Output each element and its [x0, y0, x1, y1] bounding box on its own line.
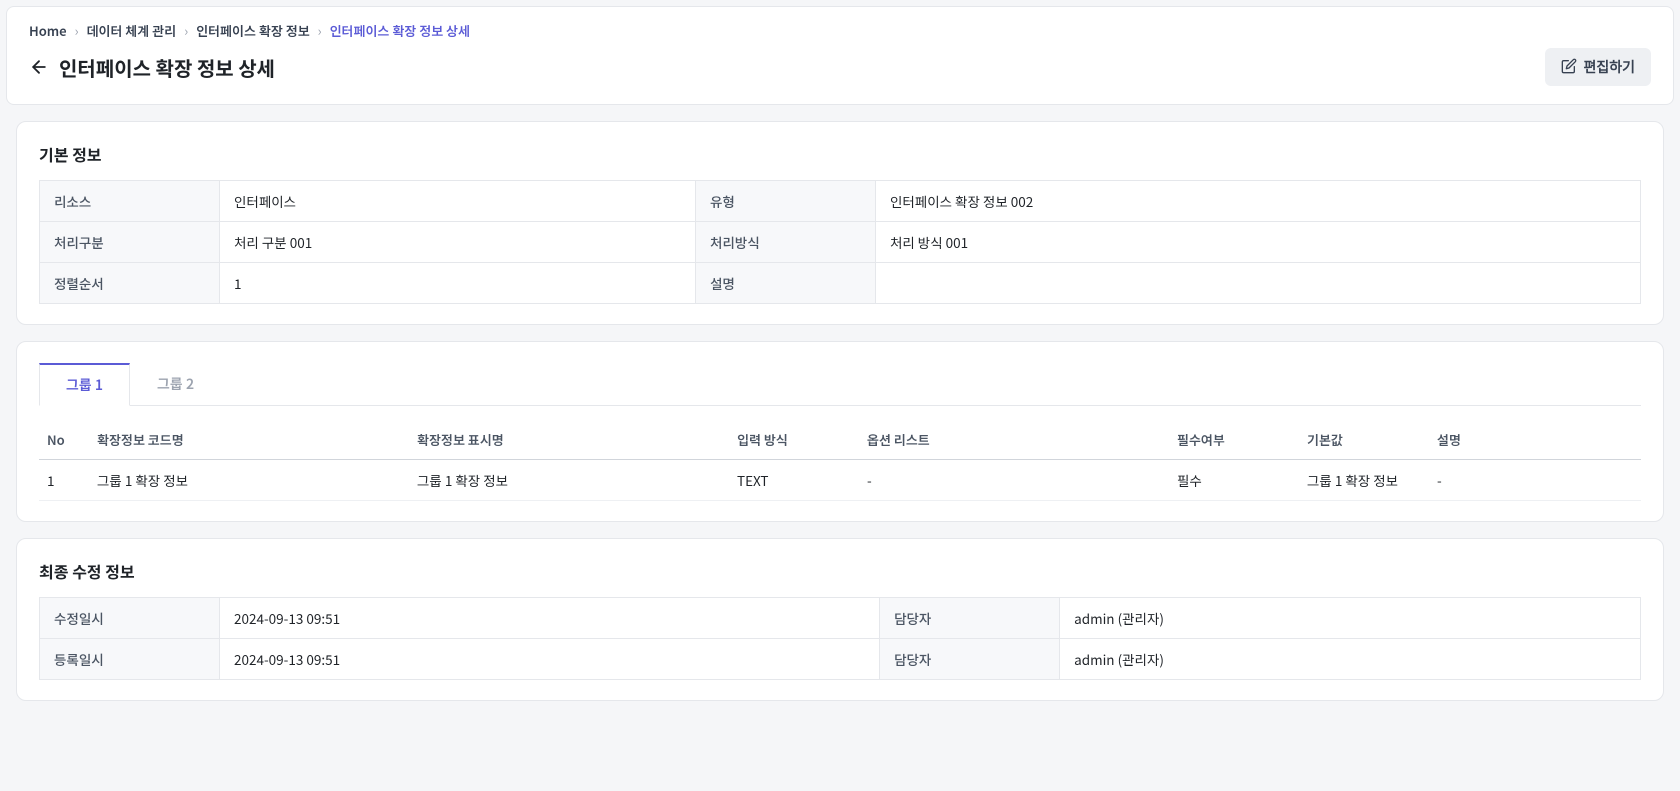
basic-info-card: 기본 정보 리소스 인터페이스 유형 인터페이스 확장 정보 002 처리구분 …	[16, 121, 1664, 325]
table-row: 리소스 인터페이스 유형 인터페이스 확장 정보 002	[40, 181, 1641, 222]
cell-required: 필수	[1169, 460, 1299, 501]
label-process-class: 처리구분	[40, 222, 220, 263]
tab-group-1[interactable]: 그룹 1	[39, 363, 130, 406]
title-left: 인터페이스 확장 정보 상세	[29, 53, 275, 82]
value-process-method: 처리 방식 001	[875, 222, 1640, 263]
value-modified-by: admin (관리자)	[1060, 598, 1641, 639]
grid-header-row: No 확장정보 코드명 확장정보 표시명 입력 방식 옵션 리스트 필수여부 기…	[39, 420, 1641, 460]
content-area: 기본 정보 리소스 인터페이스 유형 인터페이스 확장 정보 002 처리구분 …	[0, 111, 1680, 711]
edit-button[interactable]: 편집하기	[1545, 48, 1651, 86]
chevron-right-icon: ›	[75, 21, 79, 40]
audit-card: 최종 수정 정보 수정일시 2024-09-13 09:51 담당자 admin…	[16, 538, 1664, 701]
chevron-right-icon: ›	[184, 21, 188, 40]
table-row: 정렬순서 1 설명	[40, 263, 1641, 304]
value-created-by: admin (관리자)	[1060, 639, 1641, 680]
cell-desc: -	[1429, 460, 1641, 501]
value-created-at: 2024-09-13 09:51	[220, 639, 880, 680]
edit-button-label: 편집하기	[1583, 57, 1635, 77]
audit-title: 최종 수정 정보	[39, 559, 1641, 583]
label-modified-by: 담당자	[880, 598, 1060, 639]
label-sort-order: 정렬순서	[40, 263, 220, 304]
table-row: 처리구분 처리 구분 001 처리방식 처리 방식 001	[40, 222, 1641, 263]
label-modified-at: 수정일시	[40, 598, 220, 639]
basic-info-table: 리소스 인터페이스 유형 인터페이스 확장 정보 002 처리구분 처리 구분 …	[39, 180, 1641, 304]
cell-default: 그룹 1 확장 정보	[1299, 460, 1429, 501]
title-row: 인터페이스 확장 정보 상세 편집하기	[29, 48, 1651, 86]
breadcrumb-current: 인터페이스 확장 정보 상세	[330, 21, 470, 40]
col-display: 확장정보 표시명	[409, 420, 729, 460]
col-default: 기본값	[1299, 420, 1429, 460]
chevron-right-icon: ›	[318, 21, 322, 40]
groups-card: 그룹 1 그룹 2 No 확장정보 코드명 확장정보 표시명 입력 방식 옵션 …	[16, 341, 1664, 522]
label-process-method: 처리방식	[695, 222, 875, 263]
cell-no: 1	[39, 460, 89, 501]
col-required: 필수여부	[1169, 420, 1299, 460]
value-modified-at: 2024-09-13 09:51	[220, 598, 880, 639]
col-no: No	[39, 420, 89, 460]
tabs: 그룹 1 그룹 2	[39, 362, 1641, 406]
audit-table: 수정일시 2024-09-13 09:51 담당자 admin (관리자) 등록…	[39, 597, 1641, 680]
value-description	[875, 263, 1640, 304]
value-process-class: 처리 구분 001	[220, 222, 696, 263]
tab-group-2[interactable]: 그룹 2	[130, 363, 221, 406]
basic-info-title: 기본 정보	[39, 142, 1641, 166]
back-arrow-icon[interactable]	[29, 57, 49, 77]
breadcrumb-data-mgmt[interactable]: 데이터 체계 관리	[87, 21, 177, 40]
col-desc: 설명	[1429, 420, 1641, 460]
breadcrumb-home[interactable]: Home	[29, 21, 67, 40]
edit-icon	[1561, 58, 1577, 77]
cell-display: 그룹 1 확장 정보	[409, 460, 729, 501]
value-type: 인터페이스 확장 정보 002	[875, 181, 1640, 222]
col-input: 입력 방식	[729, 420, 859, 460]
cell-code: 그룹 1 확장 정보	[89, 460, 409, 501]
table-row: 등록일시 2024-09-13 09:51 담당자 admin (관리자)	[40, 639, 1641, 680]
page-header: Home › 데이터 체계 관리 › 인터페이스 확장 정보 › 인터페이스 확…	[6, 6, 1674, 105]
cell-input: TEXT	[729, 460, 859, 501]
label-description: 설명	[695, 263, 875, 304]
groups-grid: No 확장정보 코드명 확장정보 표시명 입력 방식 옵션 리스트 필수여부 기…	[39, 420, 1641, 501]
page-title: 인터페이스 확장 정보 상세	[59, 53, 275, 82]
breadcrumb-interface-ext[interactable]: 인터페이스 확장 정보	[196, 21, 310, 40]
label-resource: 리소스	[40, 181, 220, 222]
breadcrumb: Home › 데이터 체계 관리 › 인터페이스 확장 정보 › 인터페이스 확…	[29, 21, 1651, 40]
value-sort-order: 1	[220, 263, 696, 304]
col-options: 옵션 리스트	[859, 420, 1169, 460]
label-created-at: 등록일시	[40, 639, 220, 680]
col-code: 확장정보 코드명	[89, 420, 409, 460]
grid-row: 1 그룹 1 확장 정보 그룹 1 확장 정보 TEXT - 필수 그룹 1 확…	[39, 460, 1641, 501]
table-row: 수정일시 2024-09-13 09:51 담당자 admin (관리자)	[40, 598, 1641, 639]
label-created-by: 담당자	[880, 639, 1060, 680]
cell-options: -	[859, 460, 1169, 501]
label-type: 유형	[695, 181, 875, 222]
value-resource: 인터페이스	[220, 181, 696, 222]
